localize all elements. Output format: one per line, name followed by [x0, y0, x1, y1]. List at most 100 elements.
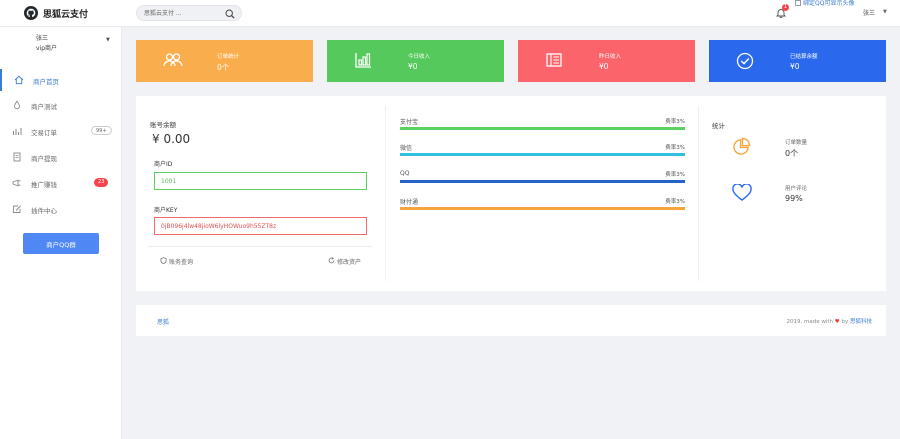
- balance-label: 账号余额: [150, 121, 176, 129]
- github-logo-icon: [24, 6, 38, 20]
- stat-label: 昨日收入: [599, 54, 622, 60]
- plugin-icon: [12, 204, 22, 216]
- logo[interactable]: 思狐云支付: [24, 6, 88, 20]
- progress-track: [400, 207, 685, 210]
- chevron-down-icon[interactable]: ▼: [883, 9, 887, 15]
- progress-fill: [400, 180, 685, 183]
- users-icon: [163, 52, 183, 70]
- notification-badge: 1: [782, 4, 789, 11]
- withdraw-icon: [12, 152, 22, 164]
- sidebar-item-label: 交易订单: [31, 129, 57, 137]
- footer-by: by: [841, 319, 849, 325]
- balance-value: ¥ 0.00: [152, 132, 191, 146]
- user-menu[interactable]: 张三 vip商户 ▼: [0, 27, 122, 63]
- sidebar-item-test[interactable]: 商户测试: [0, 94, 122, 116]
- stat-value: ¥0: [790, 62, 800, 71]
- qq-group-button[interactable]: 商户QQ群: [23, 233, 99, 254]
- top-user-name[interactable]: 张三: [863, 8, 875, 17]
- stat-label: 已结算余额: [790, 54, 818, 60]
- chevron-down-icon[interactable]: ▼: [106, 37, 110, 43]
- stat-label: 今日收入: [408, 54, 431, 60]
- sidebar-item-home[interactable]: 商户首页: [0, 69, 122, 91]
- edit-asset-label: 修改资产: [337, 259, 362, 266]
- sidebar-user-name: 张三: [36, 35, 49, 42]
- progress-track: [400, 180, 685, 183]
- progress-fill: [400, 207, 685, 210]
- sidebar-item-plugins[interactable]: 插件中心: [0, 198, 122, 220]
- avatar-alt-text: 绑定QQ可显示头像: [803, 0, 855, 7]
- footer-credits: 2019, made with ♥ by 思狐科技: [787, 317, 872, 325]
- sidebar-item-orders[interactable]: 交易订单 99+: [0, 120, 122, 142]
- stats-title: 统计: [712, 122, 725, 130]
- avatar[interactable]: 绑定QQ可显示头像: [795, 0, 855, 24]
- home-icon: [14, 75, 24, 87]
- pid-field[interactable]: [154, 172, 367, 190]
- bar-chart-icon: [354, 52, 372, 70]
- broken-image-icon: [795, 0, 801, 6]
- app-name: 思狐云支付: [43, 9, 89, 20]
- footer-brand-link[interactable]: 思狐科技: [850, 319, 872, 325]
- divider: [148, 246, 372, 247]
- stat-card-today-income: 今日收入 ¥0: [327, 40, 504, 82]
- promote-icon: [12, 178, 22, 190]
- sidebar-item-label: 推广赚钱: [31, 181, 57, 189]
- stat-value: ¥0: [599, 62, 609, 71]
- sidebar-item-label: 插件中心: [31, 207, 57, 215]
- sidebar-item-promote[interactable]: 推广赚钱 23: [0, 172, 122, 194]
- sidebar-user-level: vip商户: [36, 45, 58, 52]
- test-icon: [12, 100, 22, 112]
- channel-rate: 费率3%: [665, 145, 685, 151]
- footer-made-with: 2019, made with: [786, 319, 834, 325]
- refresh-icon: [328, 257, 335, 266]
- channel-name: 财付通: [400, 199, 419, 206]
- key-label: 商户KEY: [154, 207, 178, 214]
- settle-query-link[interactable]: 账务查询: [160, 257, 193, 266]
- stat-reviews-label: 用户评论: [785, 186, 808, 192]
- progress-track: [400, 153, 685, 156]
- stat-orders-value: 0个: [785, 149, 799, 158]
- heart-icon: ♥: [834, 319, 840, 325]
- sidebar-item-label: 商户测试: [31, 103, 57, 111]
- pid-label: 商户ID: [154, 161, 173, 168]
- settle-query-label: 账务查询: [169, 259, 194, 266]
- stat-value: 0个: [217, 63, 230, 72]
- footer-left-link[interactable]: 思狐: [157, 317, 169, 326]
- stat-card-orders: 订单统计 0个: [136, 40, 313, 82]
- stat-card-yesterday-income: 昨日收入 ¥0: [518, 40, 695, 82]
- column-divider: [698, 106, 699, 281]
- edit-asset-link[interactable]: 修改资产: [328, 257, 361, 266]
- sidebar-item-withdraw[interactable]: 商户提现: [0, 146, 122, 168]
- search-input[interactable]: [144, 8, 224, 19]
- stat-orders-label: 订单数量: [785, 140, 808, 146]
- search-box: [136, 5, 242, 21]
- key-field[interactable]: [154, 217, 367, 235]
- heart-icon: [732, 183, 752, 204]
- channel-rate: 费率3%: [665, 199, 685, 205]
- search-icon[interactable]: [225, 9, 235, 21]
- channel-name: QQ: [400, 170, 410, 177]
- orders-count-badge: 99+: [91, 126, 112, 135]
- ledger-icon: [545, 52, 563, 70]
- channel-name: 微信: [400, 145, 413, 152]
- sidebar-item-label: 商户提现: [31, 155, 57, 163]
- top-bar: 思狐云支付 1 绑定QQ可显示头像 张三 ▼: [0, 0, 900, 27]
- channel-rate: 费率3%: [665, 172, 685, 178]
- account-panel: 账号余额 ¥ 0.00 商户ID 商户KEY 账务查询 修改资产 支付宝 费率3…: [136, 96, 886, 291]
- promote-count-badge: 23: [94, 178, 109, 187]
- column-divider: [385, 106, 386, 281]
- sidebar: 张三 vip商户 ▼ 商户首页 商户测试 交易订单 99+ 商户提现 推广赚钱 …: [0, 27, 122, 439]
- sidebar-item-label: 商户首页: [33, 78, 59, 86]
- chart-icon: [12, 126, 22, 138]
- progress-track: [400, 127, 685, 130]
- stat-value: ¥0: [408, 62, 418, 71]
- progress-fill: [400, 153, 685, 156]
- shield-icon: [160, 257, 167, 266]
- channel-name: 支付宝: [400, 119, 419, 126]
- stat-card-settled-balance: 已结算余额 ¥0: [709, 40, 886, 82]
- pie-chart-icon: [732, 137, 751, 158]
- channel-rate: 费率3%: [665, 119, 685, 125]
- footer: 思狐 2019, made with ♥ by 思狐科技: [136, 305, 886, 336]
- stat-reviews-value: 99%: [785, 194, 803, 203]
- stat-label: 订单统计: [217, 54, 240, 60]
- check-circle-icon: [736, 52, 754, 72]
